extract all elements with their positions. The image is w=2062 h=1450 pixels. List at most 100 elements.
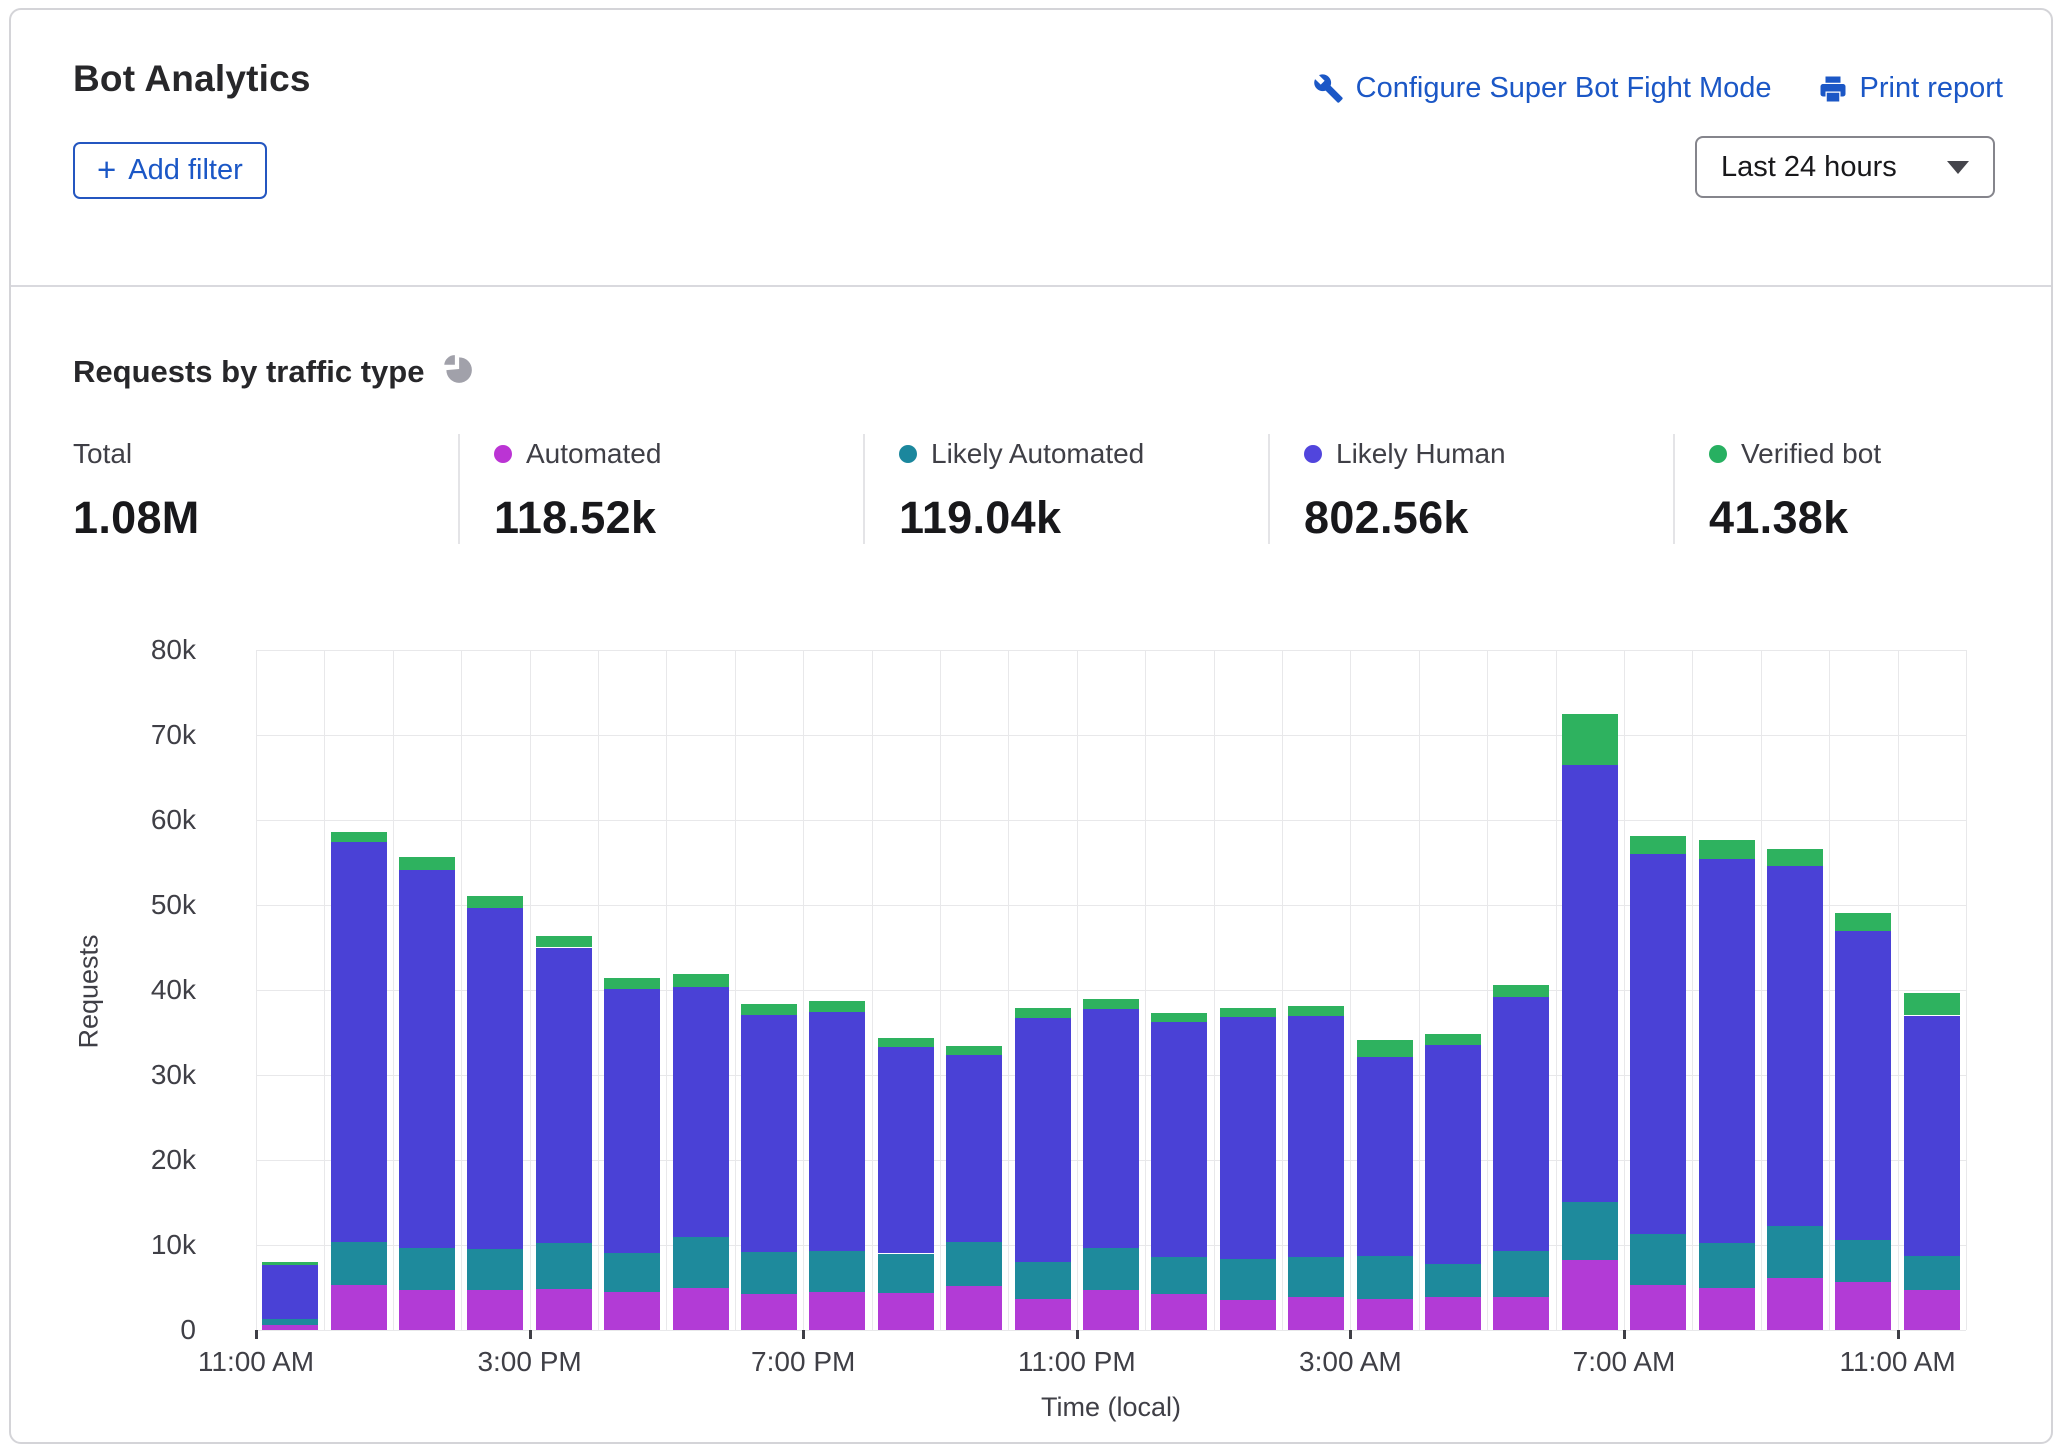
bar-segment-verified-bot[interactable] [1835, 913, 1891, 932]
bar-segment-likely-automated[interactable] [1699, 1243, 1755, 1288]
bar-segment-automated[interactable] [1425, 1297, 1481, 1330]
bar-segment-likely-automated[interactable] [1562, 1202, 1618, 1261]
bar-segment-verified-bot[interactable] [1904, 993, 1960, 1015]
bar-segment-likely-automated[interactable] [331, 1242, 387, 1285]
bar-segment-likely-human[interactable] [741, 1015, 797, 1252]
bar-segment-likely-human[interactable] [1904, 1016, 1960, 1257]
bar-segment-verified-bot[interactable] [741, 1004, 797, 1015]
bar-segment-automated[interactable] [1699, 1288, 1755, 1330]
bar-segment-likely-human[interactable] [1425, 1045, 1481, 1263]
bar-segment-verified-bot[interactable] [1630, 836, 1686, 854]
bar-segment-verified-bot[interactable] [1083, 999, 1139, 1009]
bar-segment-automated[interactable] [946, 1286, 1002, 1330]
bar-segment-verified-bot[interactable] [604, 978, 660, 989]
bar-segment-likely-automated[interactable] [536, 1243, 592, 1289]
bar-segment-likely-automated[interactable] [1493, 1251, 1549, 1297]
bar-segment-likely-human[interactable] [1357, 1057, 1413, 1256]
bar-segment-likely-human[interactable] [1015, 1018, 1071, 1262]
bar-segment-automated[interactable] [1562, 1260, 1618, 1330]
bar-segment-likely-automated[interactable] [1151, 1257, 1207, 1294]
bar-segment-likely-automated[interactable] [1904, 1256, 1960, 1290]
bar-segment-likely-human[interactable] [1562, 765, 1618, 1202]
bar-segment-likely-automated[interactable] [673, 1237, 729, 1288]
bar-segment-likely-human[interactable] [536, 948, 592, 1244]
print-report-link[interactable]: Print report [1818, 72, 2003, 105]
bar-segment-automated[interactable] [1288, 1297, 1344, 1330]
bar-segment-likely-automated[interactable] [604, 1253, 660, 1292]
add-filter-button[interactable]: + Add filter [73, 142, 267, 199]
bar-segment-likely-human[interactable] [946, 1055, 1002, 1242]
bar-segment-likely-human[interactable] [1151, 1022, 1207, 1257]
bar-segment-verified-bot[interactable] [1288, 1006, 1344, 1016]
bar-segment-automated[interactable] [1904, 1290, 1960, 1330]
bar-segment-automated[interactable] [878, 1293, 934, 1330]
bar-segment-automated[interactable] [741, 1294, 797, 1330]
bar-segment-automated[interactable] [673, 1288, 729, 1330]
bar-segment-likely-human[interactable] [673, 987, 729, 1238]
bar-segment-verified-bot[interactable] [331, 832, 387, 842]
bar-segment-verified-bot[interactable] [1220, 1008, 1276, 1017]
bar-segment-automated[interactable] [262, 1325, 318, 1330]
bar-segment-verified-bot[interactable] [1015, 1008, 1071, 1018]
bar-segment-automated[interactable] [1493, 1297, 1549, 1330]
bar-segment-likely-automated[interactable] [809, 1251, 865, 1292]
bar-segment-automated[interactable] [536, 1289, 592, 1330]
bar-segment-likely-automated[interactable] [741, 1252, 797, 1295]
bar-segment-verified-bot[interactable] [946, 1046, 1002, 1055]
bar-segment-verified-bot[interactable] [1493, 985, 1549, 997]
bar-segment-verified-bot[interactable] [1357, 1040, 1413, 1057]
bar-segment-automated[interactable] [1835, 1282, 1891, 1330]
bar-segment-likely-automated[interactable] [1630, 1234, 1686, 1285]
bar-segment-likely-human[interactable] [604, 989, 660, 1253]
bar-segment-automated[interactable] [1630, 1285, 1686, 1330]
bar-segment-likely-automated[interactable] [1357, 1256, 1413, 1299]
bar-segment-likely-human[interactable] [467, 908, 523, 1249]
bar-segment-likely-human[interactable] [1835, 931, 1891, 1240]
bar-segment-automated[interactable] [467, 1290, 523, 1330]
bar-segment-automated[interactable] [809, 1292, 865, 1330]
bar-segment-verified-bot[interactable] [1425, 1034, 1481, 1045]
bar-segment-verified-bot[interactable] [399, 857, 455, 870]
bar-segment-likely-automated[interactable] [1083, 1248, 1139, 1291]
configure-super-bot-fight-mode-link[interactable]: Configure Super Bot Fight Mode [1313, 72, 1772, 105]
bar-segment-likely-automated[interactable] [467, 1249, 523, 1290]
bar-segment-likely-human[interactable] [1493, 997, 1549, 1251]
bar-segment-likely-human[interactable] [1083, 1009, 1139, 1248]
bar-segment-likely-human[interactable] [1699, 859, 1755, 1243]
bar-segment-likely-automated[interactable] [1015, 1262, 1071, 1299]
bar-segment-likely-human[interactable] [399, 870, 455, 1248]
bar-segment-verified-bot[interactable] [673, 974, 729, 987]
bar-segment-verified-bot[interactable] [1562, 714, 1618, 765]
bar-segment-verified-bot[interactable] [1699, 840, 1755, 859]
bar-segment-likely-human[interactable] [331, 842, 387, 1242]
bar-segment-likely-automated[interactable] [1835, 1240, 1891, 1283]
bar-segment-verified-bot[interactable] [1767, 849, 1823, 866]
bar-segment-verified-bot[interactable] [262, 1262, 318, 1265]
bar-segment-verified-bot[interactable] [809, 1001, 865, 1012]
bar-segment-likely-human[interactable] [262, 1265, 318, 1319]
bar-segment-verified-bot[interactable] [1151, 1013, 1207, 1022]
bar-segment-verified-bot[interactable] [536, 936, 592, 948]
bar-segment-likely-human[interactable] [878, 1047, 934, 1254]
bar-segment-likely-human[interactable] [809, 1012, 865, 1251]
bar-segment-automated[interactable] [1357, 1299, 1413, 1330]
bar-segment-automated[interactable] [1015, 1299, 1071, 1330]
bar-segment-likely-automated[interactable] [1767, 1226, 1823, 1278]
time-range-dropdown[interactable]: Last 24 hours [1695, 136, 1995, 198]
bar-segment-likely-human[interactable] [1630, 854, 1686, 1234]
bar-segment-likely-automated[interactable] [946, 1242, 1002, 1286]
bar-segment-automated[interactable] [1151, 1294, 1207, 1330]
bar-segment-likely-automated[interactable] [1220, 1259, 1276, 1300]
bar-segment-verified-bot[interactable] [878, 1038, 934, 1047]
bar-segment-automated[interactable] [1083, 1290, 1139, 1330]
bar-segment-automated[interactable] [1220, 1300, 1276, 1330]
bar-segment-automated[interactable] [1767, 1278, 1823, 1330]
bar-segment-likely-automated[interactable] [1288, 1257, 1344, 1297]
bar-segment-likely-automated[interactable] [1425, 1264, 1481, 1297]
bar-segment-likely-human[interactable] [1767, 866, 1823, 1226]
bar-segment-likely-automated[interactable] [878, 1254, 934, 1294]
bar-segment-likely-human[interactable] [1220, 1017, 1276, 1259]
bar-segment-automated[interactable] [331, 1285, 387, 1330]
bar-segment-automated[interactable] [604, 1292, 660, 1330]
bar-segment-likely-automated[interactable] [399, 1248, 455, 1290]
